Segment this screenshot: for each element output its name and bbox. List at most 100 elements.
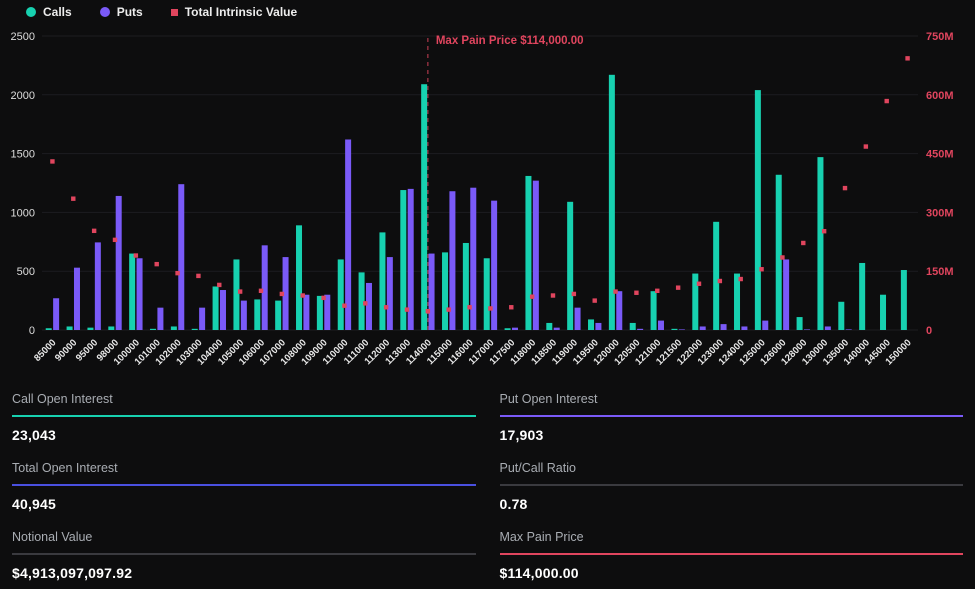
- puts-bar: [658, 321, 664, 330]
- x-axis-label: 95000: [74, 337, 100, 363]
- total-intrinsic-value-series-icon: [171, 9, 178, 16]
- calls-bar: [630, 323, 636, 330]
- right-axis-tick-label: 300M: [926, 207, 954, 219]
- stat-value: $4,913,097,097.92: [12, 565, 476, 581]
- puts-bar: [616, 291, 622, 330]
- puts-bar: [762, 321, 768, 330]
- puts-bar: [387, 257, 393, 330]
- calls-bar: [484, 258, 490, 330]
- calls-bar: [817, 157, 823, 330]
- right-axis-tick-label: 450M: [926, 149, 954, 161]
- calls-bar: [588, 319, 594, 330]
- stat-underline: [12, 553, 476, 555]
- left-axis-tick-label: 500: [17, 266, 35, 278]
- total-intrinsic-value-point: [217, 283, 221, 287]
- total-intrinsic-value-point: [488, 306, 492, 310]
- stat-underline: [500, 415, 964, 417]
- legend-item-puts[interactable]: Puts: [100, 5, 143, 19]
- total-intrinsic-value-point: [843, 186, 847, 190]
- legend-item-calls[interactable]: Calls: [26, 5, 72, 19]
- calls-bar: [546, 323, 552, 330]
- total-intrinsic-value-point: [175, 271, 179, 275]
- calls-bar: [755, 90, 761, 330]
- legend-label-total-intrinsic-value: Total Intrinsic Value: [185, 5, 297, 19]
- calls-bar: [734, 274, 740, 330]
- total-intrinsic-value-point: [71, 196, 75, 200]
- stat-underline: [500, 553, 964, 555]
- calls-bar: [463, 243, 469, 330]
- total-intrinsic-value-point: [676, 285, 680, 289]
- total-intrinsic-value-point: [301, 293, 305, 297]
- total-intrinsic-value-point: [113, 238, 117, 242]
- puts-bar: [700, 326, 706, 330]
- stat-label: Put/Call Ratio: [500, 461, 964, 475]
- left-axis-tick-label: 1000: [11, 207, 35, 219]
- total-intrinsic-value-point: [363, 301, 367, 305]
- legend-item-total-intrinsic-value[interactable]: Total Intrinsic Value: [171, 5, 297, 19]
- puts-bar: [595, 323, 601, 330]
- options-open-interest-chart: 00500150M1000300M1500450M2000600M2500750…: [0, 0, 975, 380]
- puts-bar: [575, 308, 581, 330]
- max-pain-annotation: Max Pain Price $114,000.00: [436, 35, 584, 47]
- calls-bar: [525, 176, 531, 330]
- calls-bar: [797, 317, 803, 330]
- total-intrinsic-value-point: [134, 253, 138, 257]
- total-intrinsic-value-point: [384, 305, 388, 309]
- puts-bar: [220, 290, 226, 330]
- legend-label-calls: Calls: [43, 5, 72, 19]
- puts-bar: [116, 196, 122, 330]
- legend-label-puts: Puts: [117, 5, 143, 19]
- puts-bar: [241, 301, 247, 330]
- puts-bar: [846, 329, 852, 330]
- stat-value: 40,945: [12, 496, 476, 512]
- calls-bar: [192, 329, 198, 330]
- total-intrinsic-value-point: [551, 293, 555, 297]
- puts-bar: [53, 298, 59, 330]
- right-axis-tick-label: 750M: [926, 31, 954, 43]
- stat-put-call-ratio: Put/Call Ratio 0.78: [500, 455, 964, 520]
- puts-bar: [533, 181, 539, 330]
- puts-bar: [783, 259, 789, 330]
- stat-label: Total Open Interest: [12, 461, 476, 475]
- total-intrinsic-value-point: [50, 159, 54, 163]
- stat-max-pain-price: Max Pain Price $114,000.00: [500, 524, 964, 589]
- puts-bar: [178, 184, 184, 330]
- stat-underline: [12, 484, 476, 486]
- calls-series-icon: [26, 7, 36, 17]
- calls-bar: [233, 259, 239, 330]
- calls-bar: [254, 299, 260, 330]
- right-axis-tick-label: 0: [926, 325, 932, 337]
- puts-bar: [199, 308, 205, 330]
- x-axis-label: 90000: [53, 337, 79, 363]
- total-intrinsic-value-point: [342, 303, 346, 307]
- stat-value: 17,903: [500, 427, 964, 443]
- left-axis-tick-label: 0: [29, 325, 35, 337]
- total-intrinsic-value-point: [801, 241, 805, 245]
- puts-bar: [804, 329, 810, 330]
- stat-value: 0.78: [500, 496, 964, 512]
- stat-label: Call Open Interest: [12, 392, 476, 406]
- puts-bar: [262, 245, 268, 330]
- calls-bar: [442, 252, 448, 330]
- calls-bar: [171, 326, 177, 330]
- stats-panel: Call Open Interest 23,043 Put Open Inter…: [0, 380, 975, 589]
- total-intrinsic-value-point: [467, 305, 471, 309]
- calls-bar: [838, 302, 844, 330]
- total-intrinsic-value-point: [739, 277, 743, 281]
- calls-bar: [713, 222, 719, 330]
- stat-label: Put Open Interest: [500, 392, 964, 406]
- left-axis-tick-label: 2500: [11, 31, 35, 43]
- total-intrinsic-value-point: [572, 292, 576, 296]
- total-intrinsic-value-point: [405, 307, 409, 311]
- calls-bar: [421, 84, 427, 330]
- stat-value: $114,000.00: [500, 565, 964, 581]
- calls-bar: [275, 301, 281, 330]
- total-intrinsic-value-point: [259, 289, 263, 293]
- puts-bar: [345, 139, 351, 330]
- calls-bar: [150, 329, 156, 330]
- calls-bar: [338, 259, 344, 330]
- total-intrinsic-value-point: [718, 279, 722, 283]
- total-intrinsic-value-point: [780, 255, 784, 259]
- calls-bar: [901, 270, 907, 330]
- calls-bar: [213, 286, 219, 330]
